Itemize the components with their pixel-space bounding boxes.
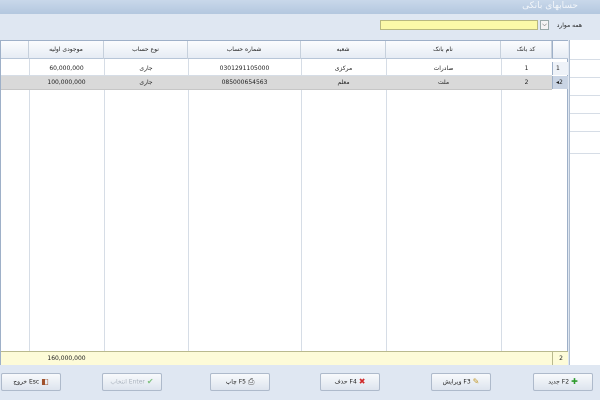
table-row-selected[interactable]: 2 ملت معلم 085000654563 جاری 100,000,000 <box>1 76 552 90</box>
cell-bank-code: 1 <box>524 65 529 72</box>
cell-account-type: جاری <box>139 79 153 86</box>
column-divider <box>501 59 502 352</box>
delete-button-label: حذف F4 <box>334 378 357 386</box>
side-panel <box>569 40 600 365</box>
header-account-number[interactable]: شماره حساب <box>188 41 301 59</box>
column-divider <box>104 59 105 352</box>
filter-label: همه موارد <box>556 22 582 29</box>
plus-icon: ✚ <box>571 377 578 386</box>
delete-x-icon: ✖ <box>358 377 366 386</box>
cell-branch: معلم <box>337 79 350 86</box>
new-button[interactable]: جدید F2 ✚ <box>533 373 593 391</box>
window-title: حسابهای بانکی <box>522 1 578 11</box>
header-opening-balance[interactable]: موجودی اولیه <box>29 41 104 59</box>
header-extra <box>1 41 29 59</box>
panel-divider <box>570 77 600 78</box>
print-button[interactable]: چاپ F5 ⎙ <box>210 373 270 391</box>
panel-divider <box>570 153 600 154</box>
new-button-label: جدید F2 <box>548 378 570 386</box>
column-divider <box>29 59 30 352</box>
select-button-label: انتخاب Enter <box>110 378 145 386</box>
column-divider <box>301 59 302 352</box>
panel-divider <box>570 59 600 60</box>
pencil-icon: ✎ <box>472 377 480 386</box>
checkmark-icon: ✔ <box>146 377 154 386</box>
cell-bank-name: صادرات <box>433 65 454 72</box>
column-divider <box>188 59 189 352</box>
exit-button[interactable]: خروج Esc ◧ <box>1 373 61 391</box>
select-button[interactable]: انتخاب Enter ✔ <box>102 373 162 391</box>
header-account-type[interactable]: نوع حساب <box>104 41 188 59</box>
column-divider <box>386 59 387 352</box>
cell-bank-name: ملت <box>437 79 450 86</box>
panel-divider <box>570 113 600 114</box>
edit-button-label: ویرایش F3 <box>442 378 471 386</box>
print-button-label: چاپ F5 <box>225 378 246 386</box>
cell-account-number: 085000654563 <box>221 79 268 86</box>
row-number-current[interactable]: ◂2 <box>552 76 568 89</box>
header-branch[interactable]: شعبه <box>301 41 386 59</box>
panel-divider <box>570 95 600 96</box>
edit-button[interactable]: ویرایش F3 ✎ <box>431 373 491 391</box>
cell-bank-code: 2 <box>524 79 529 86</box>
filter-dropdown-button[interactable]: ⌵ <box>540 20 549 30</box>
bank-accounts-grid: کد بانک نام بانک شعبه شماره حساب نوع حسا… <box>0 40 568 365</box>
panel-divider <box>570 131 600 132</box>
exit-button-label: خروج Esc <box>13 378 40 386</box>
grid-header: کد بانک نام بانک شعبه شماره حساب نوع حسا… <box>1 41 552 59</box>
button-bar <box>0 366 600 400</box>
grid-footer: 160,000,000 2 <box>1 351 568 365</box>
title-bar: حسابهای بانکی <box>0 0 600 14</box>
cell-account-type: جاری <box>139 65 153 72</box>
cell-opening-balance: 100,000,000 <box>47 79 86 86</box>
row-number[interactable]: 1 <box>552 62 568 75</box>
header-bank-code[interactable]: کد بانک <box>501 41 552 59</box>
printer-icon: ⎙ <box>247 377 255 386</box>
header-indicator <box>552 41 568 59</box>
row-number: 2 <box>559 79 563 86</box>
header-bank-name[interactable]: نام بانک <box>386 41 501 59</box>
delete-button[interactable]: حذف F4 ✖ <box>320 373 380 391</box>
filter-input[interactable] <box>380 20 538 30</box>
cell-account-number: 0301291105000 <box>219 65 270 72</box>
cell-opening-balance: 60,000,000 <box>49 65 84 72</box>
row-count: 2 <box>552 352 569 365</box>
exit-door-icon: ◧ <box>41 377 49 386</box>
table-row[interactable]: 1 صادرات مرکزی 0301291105000 جاری 60,000… <box>1 62 552 76</box>
total-balance: 160,000,000 <box>47 355 86 362</box>
cell-branch: مرکزی <box>334 65 353 72</box>
